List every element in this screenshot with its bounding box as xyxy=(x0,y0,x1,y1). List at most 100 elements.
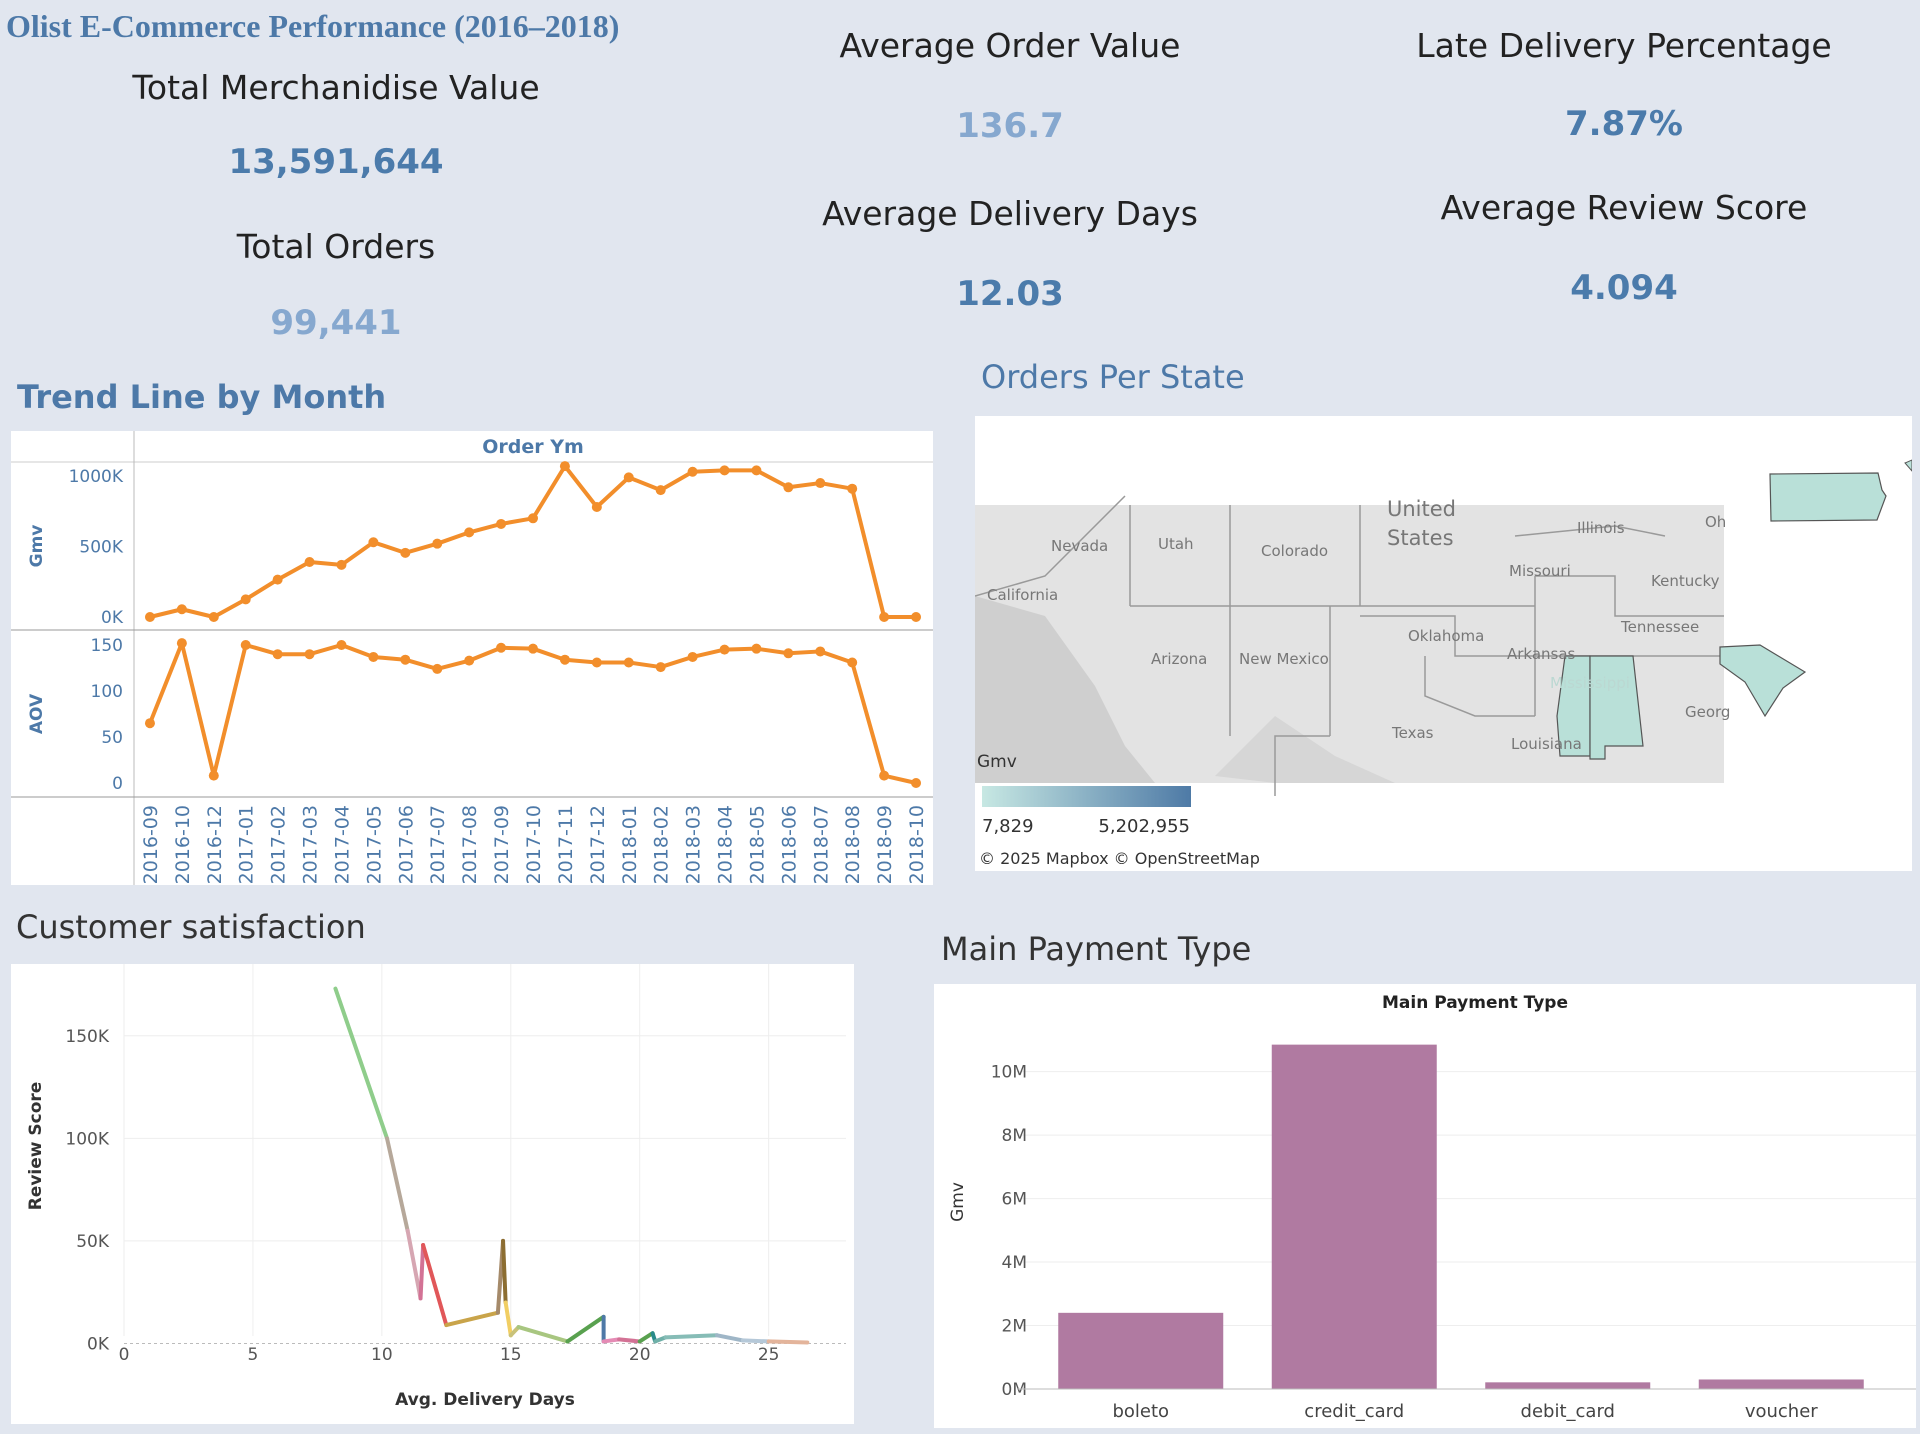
data-point[interactable] xyxy=(304,649,315,660)
data-point[interactable] xyxy=(208,612,219,622)
data-point[interactable] xyxy=(240,640,251,650)
data-point[interactable] xyxy=(623,657,634,668)
satisfaction-chart-panel: 0 5 10 15 20 25 150K 100K 50K 0K Avg. Delivery Day… xyxy=(11,964,854,1424)
bar-voucher[interactable] xyxy=(1698,1379,1864,1389)
state-map[interactable]: Nevada Utah Colorado California Arizona … xyxy=(975,416,1912,871)
series-segment[interactable] xyxy=(617,1337,642,1344)
x-tick-label: voucher xyxy=(1745,1401,1818,1422)
y-tick-label: 0 xyxy=(112,774,123,794)
series-segment[interactable] xyxy=(766,1339,810,1345)
data-point[interactable] xyxy=(432,663,443,674)
data-point[interactable] xyxy=(464,527,475,538)
data-point[interactable] xyxy=(687,466,698,477)
x-tick-label: 2018-05 xyxy=(746,805,768,884)
map-label-states: States xyxy=(1387,526,1454,550)
x-tick-label: credit_card xyxy=(1304,1401,1404,1422)
data-point[interactable] xyxy=(655,662,666,673)
data-point[interactable] xyxy=(240,594,251,605)
data-point[interactable] xyxy=(528,513,538,524)
map-label-new-mexico: New Mexico xyxy=(1239,650,1329,668)
series-segment[interactable] xyxy=(601,1337,622,1344)
data-point[interactable] xyxy=(528,643,538,654)
data-point[interactable] xyxy=(432,538,443,549)
data-point[interactable] xyxy=(879,770,890,781)
data-point[interactable] xyxy=(176,638,187,649)
data-point[interactable] xyxy=(559,654,570,665)
state-partial-ne[interactable] xyxy=(1904,459,1912,472)
data-point[interactable] xyxy=(847,657,858,668)
data-point[interactable] xyxy=(368,651,379,662)
y-tick-label: 100K xyxy=(65,1129,109,1149)
data-point[interactable] xyxy=(272,649,283,660)
data-point[interactable] xyxy=(751,465,762,476)
data-point[interactable] xyxy=(655,485,666,496)
data-point[interactable] xyxy=(144,718,155,729)
data-point[interactable] xyxy=(336,559,347,570)
kpi-gmv-value: 13,591,644 xyxy=(228,142,444,182)
series-segment[interactable] xyxy=(663,1333,720,1340)
data-point[interactable] xyxy=(208,770,219,781)
data-point[interactable] xyxy=(304,557,315,568)
data-point[interactable] xyxy=(847,483,858,494)
data-point[interactable] xyxy=(144,612,155,622)
state-south-carolina[interactable] xyxy=(1719,644,1807,718)
map-label-california: California xyxy=(987,586,1058,604)
state-pennsylvania[interactable] xyxy=(1769,472,1887,522)
data-point[interactable] xyxy=(911,778,922,788)
series-segment[interactable] xyxy=(715,1333,745,1343)
series-segment[interactable] xyxy=(501,1238,508,1305)
data-point[interactable] xyxy=(272,574,283,585)
y-tick-label: 1000K xyxy=(69,467,124,487)
series-segment[interactable] xyxy=(333,986,390,1141)
series-segment[interactable] xyxy=(516,1325,570,1344)
series-segment[interactable] xyxy=(444,1310,500,1328)
y-tick-label: 50 xyxy=(101,728,123,748)
x-tick-label: 2018-04 xyxy=(715,805,737,884)
data-point[interactable] xyxy=(623,472,634,483)
data-point[interactable] xyxy=(719,644,730,655)
chart-title: Main Payment Type xyxy=(1382,993,1568,1013)
data-point[interactable] xyxy=(591,657,602,668)
data-point[interactable] xyxy=(879,612,890,622)
series-segment[interactable] xyxy=(565,1314,606,1344)
data-point[interactable] xyxy=(783,482,794,493)
data-point[interactable] xyxy=(591,502,602,513)
x-tick-label: 5 xyxy=(248,1345,259,1365)
data-point[interactable] xyxy=(815,478,826,489)
data-point[interactable] xyxy=(559,461,570,472)
map-label-ohio: Oh xyxy=(1705,513,1726,531)
data-point[interactable] xyxy=(751,643,762,654)
data-point[interactable] xyxy=(336,640,347,650)
bar-credit_card[interactable] xyxy=(1271,1044,1437,1389)
data-point[interactable] xyxy=(368,537,379,548)
data-point[interactable] xyxy=(400,547,411,558)
x-tick-label: 10 xyxy=(371,1345,393,1365)
x-tick-label: 2018-03 xyxy=(683,805,705,884)
trend-chart: Order Ym Gmv 1000K 500K 0K AOV 150 100 50 0 2016-0… xyxy=(11,431,933,885)
data-point[interactable] xyxy=(496,642,507,653)
map-label-oklahoma: Oklahoma xyxy=(1408,627,1484,645)
satisfaction-chart: 0 5 10 15 20 25 150K 100K 50K 0K Avg. Delivery Day… xyxy=(26,964,846,1410)
data-point[interactable] xyxy=(496,518,507,529)
bar-boleto[interactable] xyxy=(1058,1312,1224,1389)
map-label-nevada: Nevada xyxy=(1051,537,1108,555)
data-point[interactable] xyxy=(176,604,187,615)
series-segment[interactable] xyxy=(418,1243,426,1301)
kpi-aov-value: 136.7 xyxy=(956,106,1064,146)
data-point[interactable] xyxy=(911,612,922,622)
series-segment[interactable] xyxy=(503,1300,513,1338)
data-point[interactable] xyxy=(783,648,794,659)
data-point[interactable] xyxy=(464,655,475,666)
series-segment[interactable] xyxy=(637,1331,655,1344)
data-point[interactable] xyxy=(687,651,698,662)
series-segment[interactable] xyxy=(740,1338,771,1344)
data-point[interactable] xyxy=(815,646,826,657)
series-segment[interactable] xyxy=(385,1136,410,1233)
data-point[interactable] xyxy=(400,654,411,665)
series-segment[interactable] xyxy=(421,1243,449,1328)
map-attribution[interactable]: © 2025 Mapbox © OpenStreetMap xyxy=(979,849,1260,868)
bar-debit_card[interactable] xyxy=(1485,1382,1651,1389)
legend-title: Gmv xyxy=(977,752,1017,772)
state-alabama[interactable] xyxy=(1589,655,1644,760)
data-point[interactable] xyxy=(719,465,730,476)
